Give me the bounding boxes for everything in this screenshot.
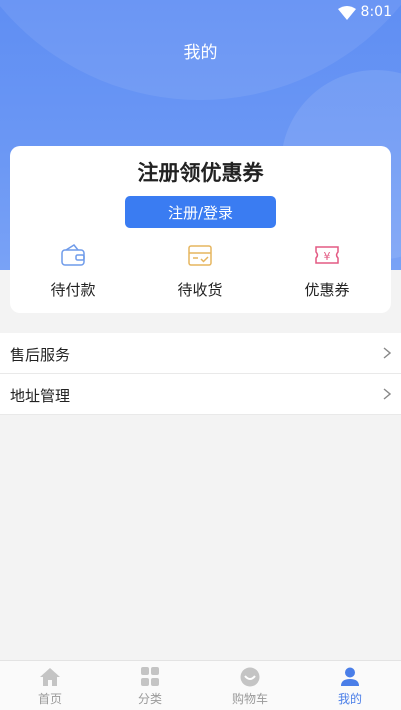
tab-home[interactable]: 首页 xyxy=(0,667,100,707)
tab-label: 我的 xyxy=(337,692,362,706)
tab-label: 购物车 xyxy=(231,692,268,706)
tab-category[interactable]: 分类 xyxy=(100,667,200,707)
shortcut-pending-delivery[interactable]: 待收货 xyxy=(145,242,255,300)
tab-label: 首页 xyxy=(37,692,62,706)
box-icon xyxy=(188,245,212,266)
page-title: 我的 xyxy=(183,43,218,63)
grid-icon xyxy=(141,667,159,686)
bottom-tab-bar: 首页 分类 购物车 我的 xyxy=(0,660,401,710)
register-login-button[interactable]: 注册/登录 xyxy=(125,196,276,228)
tab-mine[interactable]: 我的 xyxy=(300,667,400,707)
shortcut-pending-payment[interactable]: 待付款 xyxy=(18,242,128,300)
chevron-right-icon xyxy=(383,347,391,359)
shortcut-label: 待收货 xyxy=(177,281,223,299)
chevron-right-icon xyxy=(383,388,391,400)
menu-item-address[interactable]: 地址管理 xyxy=(0,374,401,415)
shortcut-label: 优惠券 xyxy=(304,281,350,299)
menu-item-label: 售后服务 xyxy=(10,346,71,364)
home-icon xyxy=(40,668,60,686)
svg-text:¥: ¥ xyxy=(324,250,331,263)
user-icon xyxy=(341,667,359,686)
order-shortcuts: 待付款 待收货 ¥ 优惠券 xyxy=(10,242,391,306)
tab-cart[interactable]: 购物车 xyxy=(200,667,300,707)
menu-item-label: 地址管理 xyxy=(10,387,71,405)
status-time: 8:01 xyxy=(360,4,392,20)
cart-icon xyxy=(240,667,260,687)
profile-card: 注册领优惠券 注册/登录 待付款 待收货 ¥ 优惠券 xyxy=(10,146,391,313)
tab-label: 分类 xyxy=(137,692,162,706)
coupon-icon: ¥ xyxy=(315,246,339,264)
shortcut-coupons[interactable]: ¥ 优惠券 xyxy=(272,242,382,300)
settings-menu: 售后服务 地址管理 xyxy=(0,333,401,415)
shortcut-label: 待付款 xyxy=(50,281,96,299)
menu-item-after-sales[interactable]: 售后服务 xyxy=(0,333,401,374)
wallet-icon xyxy=(61,244,85,266)
wifi-icon xyxy=(338,6,356,20)
status-bar: 8:01 xyxy=(0,0,401,26)
card-title: 注册领优惠券 xyxy=(137,161,264,185)
